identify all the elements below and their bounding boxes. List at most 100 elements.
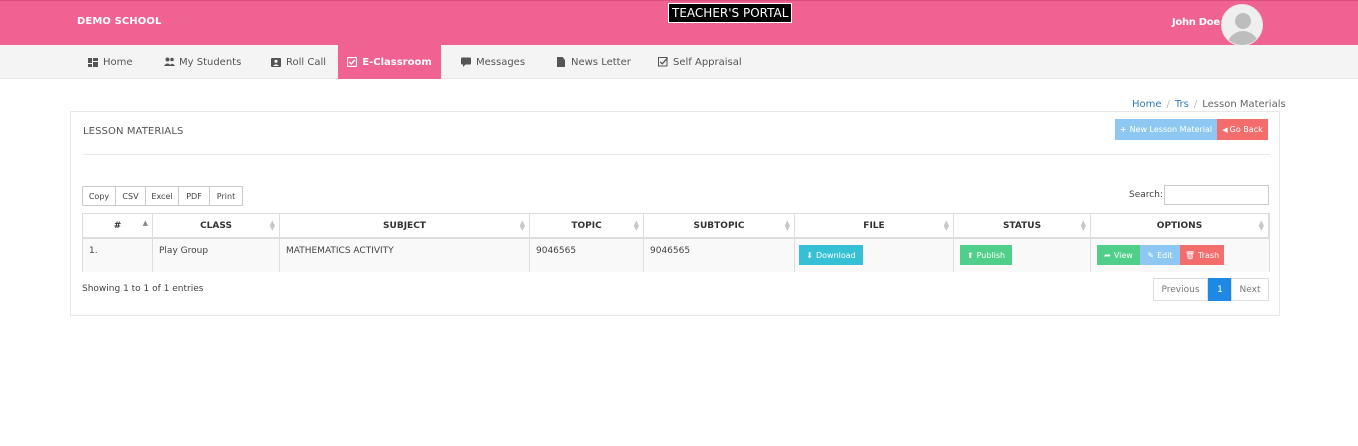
file-icon <box>556 57 566 67</box>
lesson-materials-panel: LESSON MATERIALS + New Lesson Material ◀… <box>70 111 1280 316</box>
export-csv-button[interactable]: CSV <box>115 186 146 206</box>
trash-label: Trash <box>1198 250 1220 260</box>
nav-item-home[interactable]: Home <box>88 45 133 79</box>
cell-file: ⬇ Download <box>795 239 954 272</box>
check-square-icon <box>658 57 668 67</box>
portal-title: TEACHER'S PORTAL <box>668 3 793 23</box>
export-excel-button[interactable]: Excel <box>145 186 179 206</box>
column-header-topic-label: TOPIC <box>571 220 602 231</box>
user-name[interactable]: John Doe - <box>1172 17 1227 28</box>
search-label: Search: <box>1129 190 1163 200</box>
trash-icon: 🗑 <box>1184 250 1195 260</box>
cell-topic: 9046565 <box>530 239 644 272</box>
dashboard-icon <box>88 57 98 67</box>
column-header-number-label: # <box>113 220 122 231</box>
cell-status: ⬆ Publish <box>954 239 1091 272</box>
cell-subject: MATHEMATICS ACTIVITY <box>280 239 530 272</box>
nav-item-e-classroom[interactable]: E-Classroom <box>338 45 441 79</box>
edit-icon: ✎ <box>1147 250 1155 260</box>
nav-item-roll-call[interactable]: Roll Call <box>271 45 326 79</box>
nav-label-roll-call: Roll Call <box>286 56 327 68</box>
pagination-page-1[interactable]: 1 <box>1208 278 1232 301</box>
new-lesson-material-label: New Lesson Material <box>1129 125 1213 134</box>
cell-class: Play Group <box>153 239 280 272</box>
school-name: DEMO SCHOOL <box>77 16 162 27</box>
cell-options: ➦ View ✎ Edit 🗑 Trash <box>1091 239 1269 272</box>
column-header-topic[interactable]: TOPIC ▲ ▼ <box>530 214 644 239</box>
column-header-status[interactable]: STATUS ▲ ▼ <box>954 214 1091 239</box>
edit-label: Edit <box>1157 250 1173 260</box>
nav-item-news-letter[interactable]: News Letter <box>556 45 631 79</box>
export-print-label: Print <box>216 191 236 201</box>
pagination-page-1-label: 1 <box>1217 284 1223 295</box>
export-copy-label: Copy <box>88 191 110 201</box>
publish-button[interactable]: ⬆ Publish <box>960 245 1012 265</box>
column-header-number[interactable]: # ▲ <box>83 214 153 239</box>
nav-label-news-letter: News Letter <box>571 56 631 68</box>
id-card-icon <box>271 57 281 67</box>
export-excel-label: Excel <box>151 191 173 201</box>
view-button[interactable]: ➦ View <box>1097 245 1140 265</box>
sort-icon: ▲ ▼ <box>784 219 790 232</box>
breadcrumb-home[interactable]: Home <box>1132 99 1162 110</box>
nav-item-self-appraisal[interactable]: Self Appraisal <box>658 45 742 79</box>
column-header-class[interactable]: CLASS ▲ ▼ <box>153 214 280 239</box>
go-back-button[interactable]: ◀ Go Back <box>1217 119 1268 140</box>
pagination-previous-label: Previous <box>1161 284 1200 295</box>
column-header-subtopic[interactable]: SUBTOPIC ▲ ▼ <box>644 214 795 239</box>
trash-button[interactable]: 🗑 Trash <box>1180 245 1224 265</box>
export-pdf-label: PDF <box>186 191 202 201</box>
nav-label-self-appraisal: Self Appraisal <box>673 56 742 68</box>
search-input[interactable] <box>1164 185 1269 205</box>
main-nav: Home My Students Roll Call E-Classroom M… <box>0 45 1358 79</box>
cell-subtopic: 9046565 <box>644 239 795 272</box>
column-header-subject[interactable]: SUBJECT ▲ ▼ <box>280 214 530 239</box>
nav-item-my-students[interactable]: My Students <box>164 45 241 79</box>
nav-label-e-classroom: E-Classroom <box>362 56 432 68</box>
column-header-status-label: STATUS <box>1002 220 1042 231</box>
download-icon: ⬇ <box>806 250 813 260</box>
people-icon <box>164 57 175 67</box>
edit-button[interactable]: ✎ Edit <box>1140 245 1180 265</box>
new-lesson-material-button[interactable]: + New Lesson Material <box>1115 119 1217 140</box>
top-header: DEMO SCHOOL TEACHER'S PORTAL John Doe - <box>0 0 1358 46</box>
panel-title: LESSON MATERIALS <box>83 126 184 137</box>
pagination-next[interactable]: Next <box>1231 278 1269 301</box>
export-pdf-button[interactable]: PDF <box>178 186 210 206</box>
pagination-previous[interactable]: Previous <box>1153 278 1208 301</box>
avatar-body-shape <box>1227 31 1259 45</box>
comment-icon <box>461 57 471 67</box>
column-header-subtopic-label: SUBTOPIC <box>693 220 745 231</box>
download-button[interactable]: ⬇ Download <box>799 245 863 265</box>
column-header-options-label: OPTIONS <box>1156 220 1203 231</box>
breadcrumb: Home / Trs / Lesson Materials <box>1132 99 1286 110</box>
entries-info: Showing 1 to 1 of 1 entries <box>82 284 204 294</box>
lesson-materials-table: # ▲ CLASS ▲ ▼ SUBJECT ▲ ▼ TOPIC ▲ ▼ SUBTOPIC ▲ ▼ … <box>82 213 1270 272</box>
nav-item-messages[interactable]: Messages <box>461 45 525 79</box>
download-label: Download <box>815 250 856 260</box>
sort-icon: ▲ ▼ <box>1258 219 1264 232</box>
breadcrumb-trs[interactable]: Trs <box>1175 99 1189 110</box>
pagination-next-label: Next <box>1239 284 1261 295</box>
sort-icon: ▲ ▼ <box>633 219 639 232</box>
caret-left-icon: ◀ <box>1222 125 1228 134</box>
go-back-label: Go Back <box>1229 125 1263 134</box>
column-header-class-label: CLASS <box>200 220 232 231</box>
nav-label-messages: Messages <box>476 56 526 68</box>
sort-icon: ▲ ▼ <box>519 219 525 232</box>
column-header-subject-label: SUBJECT <box>383 220 426 231</box>
export-print-button[interactable]: Print <box>209 186 243 206</box>
export-copy-button[interactable]: Copy <box>82 186 116 206</box>
nav-label-my-students: My Students <box>179 56 242 68</box>
breadcrumb-separator: / <box>1193 99 1198 110</box>
avatar-head-shape <box>1235 13 1251 29</box>
column-header-file[interactable]: FILE ▲ ▼ <box>795 214 954 239</box>
panel-divider <box>83 154 1270 155</box>
sort-icon: ▲ ▼ <box>943 219 949 232</box>
column-header-file-label: FILE <box>863 220 885 231</box>
cell-number: 1. <box>83 239 153 272</box>
column-header-options[interactable]: OPTIONS ▲ ▼ <box>1091 214 1269 239</box>
sort-icon: ▲ ▼ <box>1080 219 1086 232</box>
upload-icon: ⬆ <box>966 250 974 260</box>
avatar[interactable] <box>1221 4 1263 46</box>
